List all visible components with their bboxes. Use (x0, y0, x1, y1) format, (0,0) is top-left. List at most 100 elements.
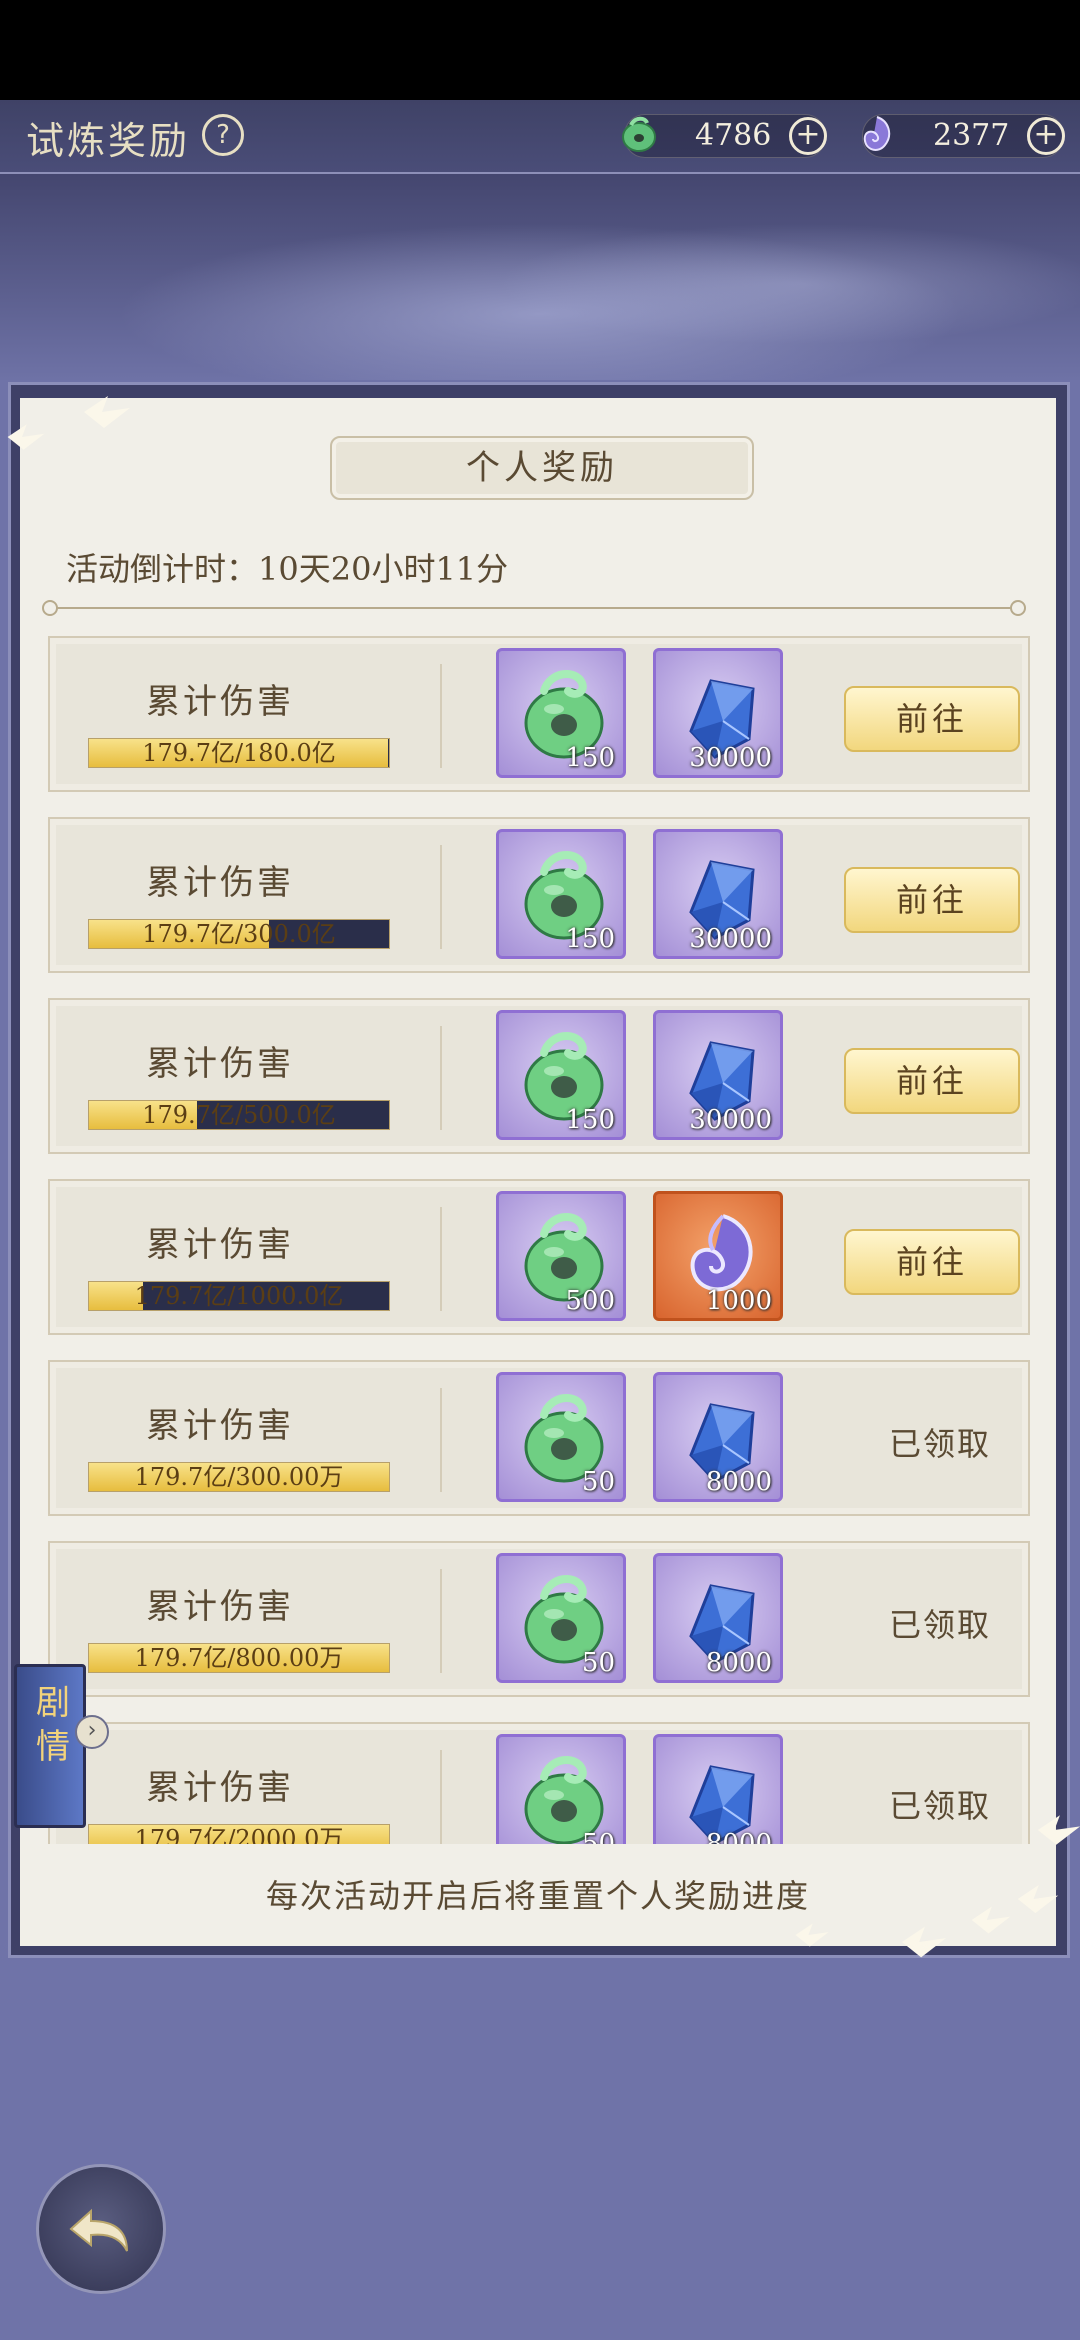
item-quantity: 8000 (705, 1648, 772, 1678)
story-tab[interactable]: 剧情 › (14, 1664, 109, 1828)
reward-item[interactable]: 30000 (653, 1010, 783, 1140)
reward-row: 累计伤害 179.7亿/500.0亿 150 30000 前往 (48, 998, 1030, 1154)
goto-button[interactable]: 前往 (844, 686, 1020, 752)
reward-item[interactable]: 50 (496, 1553, 626, 1683)
item-quantity: 500 (565, 1286, 615, 1316)
damage-progress-bar: 179.7亿/500.0亿 (88, 1100, 390, 1130)
goto-button[interactable]: 前往 (844, 1048, 1020, 1114)
damage-progress-bar: 179.7亿/2000.0万 (88, 1824, 390, 1844)
item-quantity: 1000 (705, 1286, 772, 1316)
spirit-crystal-count: 2377 (933, 118, 1010, 153)
progress-text: 179.7亿/180.0亿 (142, 739, 336, 767)
story-tab-label: 剧情 (36, 1683, 70, 1767)
row-divider (440, 1388, 442, 1492)
progress-text: 179.7亿/800.00万 (134, 1644, 344, 1672)
add-spirit-crystal-button[interactable]: + (1027, 117, 1065, 155)
item-quantity: 150 (565, 1105, 615, 1135)
reward-row: 累计伤害 179.7亿/1000.0亿 500 1000 前往 (48, 1179, 1030, 1335)
reward-item[interactable]: 150 (496, 648, 626, 778)
paper-crane-icon (1017, 1884, 1059, 1914)
row-divider (440, 664, 442, 768)
row-divider (440, 1207, 442, 1311)
row-divider (440, 845, 442, 949)
damage-progress-bar: 179.7亿/300.0亿 (88, 919, 390, 949)
reward-row: 累计伤害 179.7亿/2000.0万 50 8000 已领取 (48, 1722, 1030, 1844)
reward-row: 累计伤害 179.7亿/300.00万 50 8000 已领取 (48, 1360, 1030, 1516)
claimed-status: 已领取 (888, 1787, 991, 1825)
item-quantity: 8000 (705, 1467, 772, 1497)
reward-list[interactable]: 累计伤害 179.7亿/180.0亿 150 30000 前往 累计伤害 179.7亿/30… (44, 636, 1034, 1844)
divider (48, 607, 1020, 609)
divider-ornament-right (1010, 600, 1026, 616)
progress-text: 179.7亿/1000.0亿 (134, 1282, 344, 1310)
row-divider (440, 1569, 442, 1673)
reward-item[interactable]: 50 (496, 1734, 626, 1844)
jade-currency: 4786 + (622, 114, 827, 158)
item-quantity: 50 (581, 1467, 615, 1497)
section-title: 个人奖励 (330, 436, 754, 500)
back-button[interactable] (36, 2164, 166, 2294)
item-quantity: 50 (581, 1829, 615, 1844)
top-bar: 试炼奖励 ? 4786 + 2377 + (0, 100, 1080, 174)
reward-row: 累计伤害 179.7亿/180.0亿 150 30000 前往 (48, 636, 1030, 792)
reward-condition-label: 累计伤害 (146, 1225, 294, 1265)
claimed-status: 已领取 (888, 1606, 991, 1644)
paper-crane-icon (971, 1906, 1011, 1934)
reward-condition-label: 累计伤害 (146, 1768, 294, 1808)
paper-crane-icon (1037, 1815, 1080, 1845)
item-quantity: 30000 (689, 743, 772, 773)
divider-ornament-left (42, 600, 58, 616)
reward-item[interactable]: 8000 (653, 1372, 783, 1502)
progress-text: 179.7亿/500.0亿 (142, 1101, 336, 1129)
progress-text: 179.7亿/300.0亿 (142, 920, 336, 948)
reward-condition-label: 累计伤害 (146, 1406, 294, 1446)
spirit-crystal-icon (863, 116, 891, 151)
damage-progress-bar: 179.7亿/180.0亿 (88, 738, 390, 768)
paper-crane-icon (7, 424, 45, 450)
chevron-right-icon: › (75, 1715, 109, 1749)
claimed-status: 已领取 (888, 1425, 991, 1463)
reward-condition-label: 累计伤害 (146, 1044, 294, 1084)
item-quantity: 150 (565, 743, 615, 773)
page-title: 试炼奖励 (26, 119, 191, 163)
reward-item[interactable]: 150 (496, 829, 626, 959)
item-quantity: 50 (581, 1648, 615, 1678)
reward-item[interactable]: 150 (496, 1010, 626, 1140)
item-quantity: 8000 (705, 1829, 772, 1844)
damage-progress-bar: 179.7亿/1000.0亿 (88, 1281, 390, 1311)
progress-text: 179.7亿/300.00万 (134, 1463, 344, 1491)
goto-button[interactable]: 前往 (844, 867, 1020, 933)
reward-item[interactable]: 30000 (653, 648, 783, 778)
add-jade-button[interactable]: + (789, 117, 827, 155)
paper-crane-icon (84, 396, 130, 428)
reward-item[interactable]: 30000 (653, 829, 783, 959)
item-quantity: 30000 (689, 924, 772, 954)
spirit-crystal-currency: 2377 + (862, 114, 1065, 158)
event-countdown: 活动倒计时：10天20小时11分 (66, 550, 509, 588)
back-arrow-icon (69, 2208, 128, 2252)
reward-item[interactable]: 8000 (653, 1734, 783, 1844)
status-bar (0, 0, 1080, 100)
jade-icon (622, 116, 656, 152)
damage-progress-bar: 179.7亿/800.00万 (88, 1643, 390, 1673)
item-quantity: 150 (565, 924, 615, 954)
reward-item[interactable]: 1000 (653, 1191, 783, 1321)
paper-crane-icon (795, 1923, 829, 1947)
reward-condition-label: 累计伤害 (146, 1587, 294, 1627)
paper-crane-icon (901, 1926, 947, 1958)
row-divider (440, 1750, 442, 1844)
reward-item[interactable]: 500 (496, 1191, 626, 1321)
row-divider (440, 1026, 442, 1130)
goto-button[interactable]: 前往 (844, 1229, 1020, 1295)
reward-row: 累计伤害 179.7亿/300.0亿 150 30000 前往 (48, 817, 1030, 973)
reward-item[interactable]: 50 (496, 1372, 626, 1502)
reward-row: 累计伤害 179.7亿/800.00万 50 8000 已领取 (48, 1541, 1030, 1697)
item-quantity: 30000 (689, 1105, 772, 1135)
reward-condition-label: 累计伤害 (146, 863, 294, 903)
jade-count: 4786 (695, 118, 772, 153)
damage-progress-bar: 179.7亿/300.00万 (88, 1462, 390, 1492)
reward-item[interactable]: 8000 (653, 1553, 783, 1683)
reward-condition-label: 累计伤害 (146, 682, 294, 722)
help-icon[interactable]: ? (202, 114, 244, 156)
progress-text: 179.7亿/2000.0万 (134, 1825, 344, 1844)
